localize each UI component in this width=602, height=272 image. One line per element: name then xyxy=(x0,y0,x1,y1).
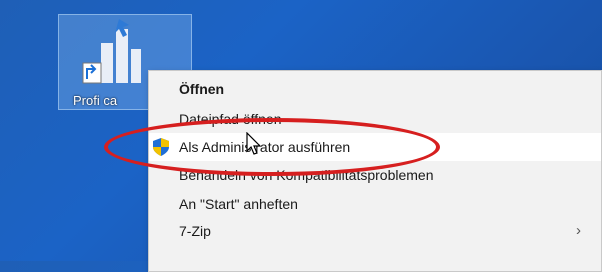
desktop: Profi ca Öffnen Dateipfad öffnen Als Adm… xyxy=(0,0,602,272)
desktop-icon-label: Profi ca xyxy=(73,93,118,108)
menu-item-7zip-label: 7-Zip xyxy=(179,223,211,239)
menu-item-open[interactable]: Öffnen xyxy=(149,75,601,103)
menu-item-pin-to-start-label: An "Start" anheften xyxy=(179,196,298,212)
menu-item-7zip[interactable]: 7-Zip › xyxy=(149,217,601,245)
menu-item-open-label: Öffnen xyxy=(179,81,225,97)
mouse-pointer-icon xyxy=(246,132,262,155)
chevron-right-icon: › xyxy=(576,222,581,239)
menu-item-pin-to-start[interactable]: An "Start" anheften xyxy=(149,190,601,218)
red-highlight-ellipse xyxy=(104,118,440,176)
bar-chart-app-icon xyxy=(82,19,141,84)
